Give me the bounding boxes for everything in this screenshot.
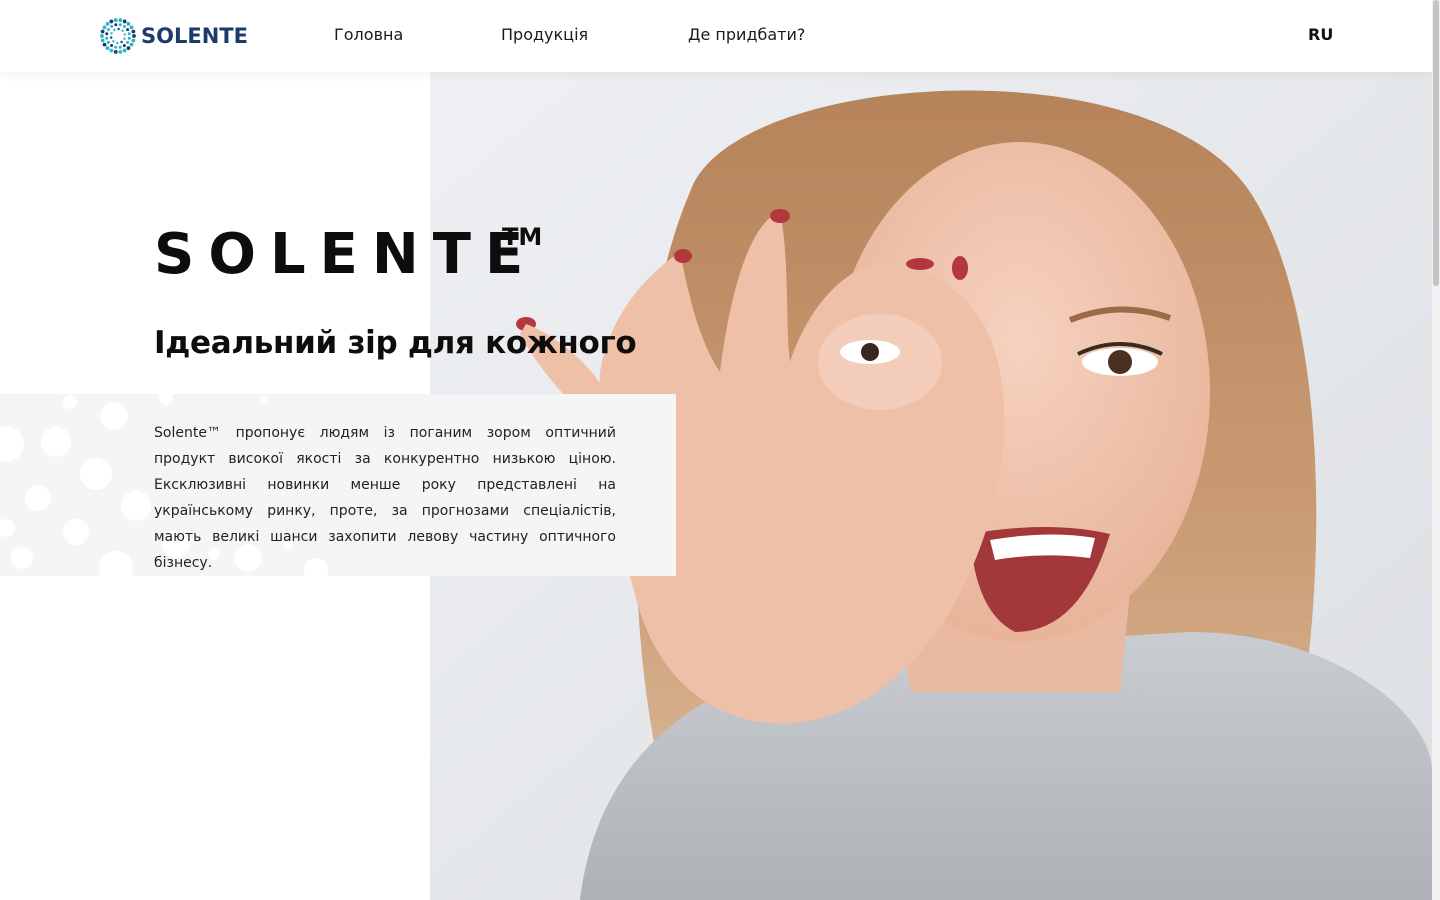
description-panel: Solente™ пропонує людям із поганим зором…	[0, 394, 676, 576]
language-switch[interactable]: RU	[1308, 24, 1333, 46]
logo[interactable]: SOLENTE	[99, 17, 248, 55]
brand-title: SOLENTE	[154, 222, 538, 287]
scrollbar-thumb[interactable]	[1433, 0, 1439, 286]
nav-products[interactable]: Продукція	[501, 24, 588, 46]
page-scrollbar[interactable]	[1432, 0, 1440, 900]
hero-tagline: Ідеальний зір для кожного	[154, 325, 637, 361]
logo-text: SOLENTE	[141, 24, 248, 48]
logo-ring-icon	[99, 17, 137, 55]
hero-description: Solente™ пропонує людям із поганим зором…	[154, 425, 616, 571]
nav-home[interactable]: Головна	[334, 24, 403, 46]
site-header: SOLENTE Головна Продукція Де придбати? R…	[0, 0, 1432, 72]
nav-where-to-buy[interactable]: Де придбати?	[688, 24, 805, 46]
trademark-mark: TM	[502, 223, 543, 251]
